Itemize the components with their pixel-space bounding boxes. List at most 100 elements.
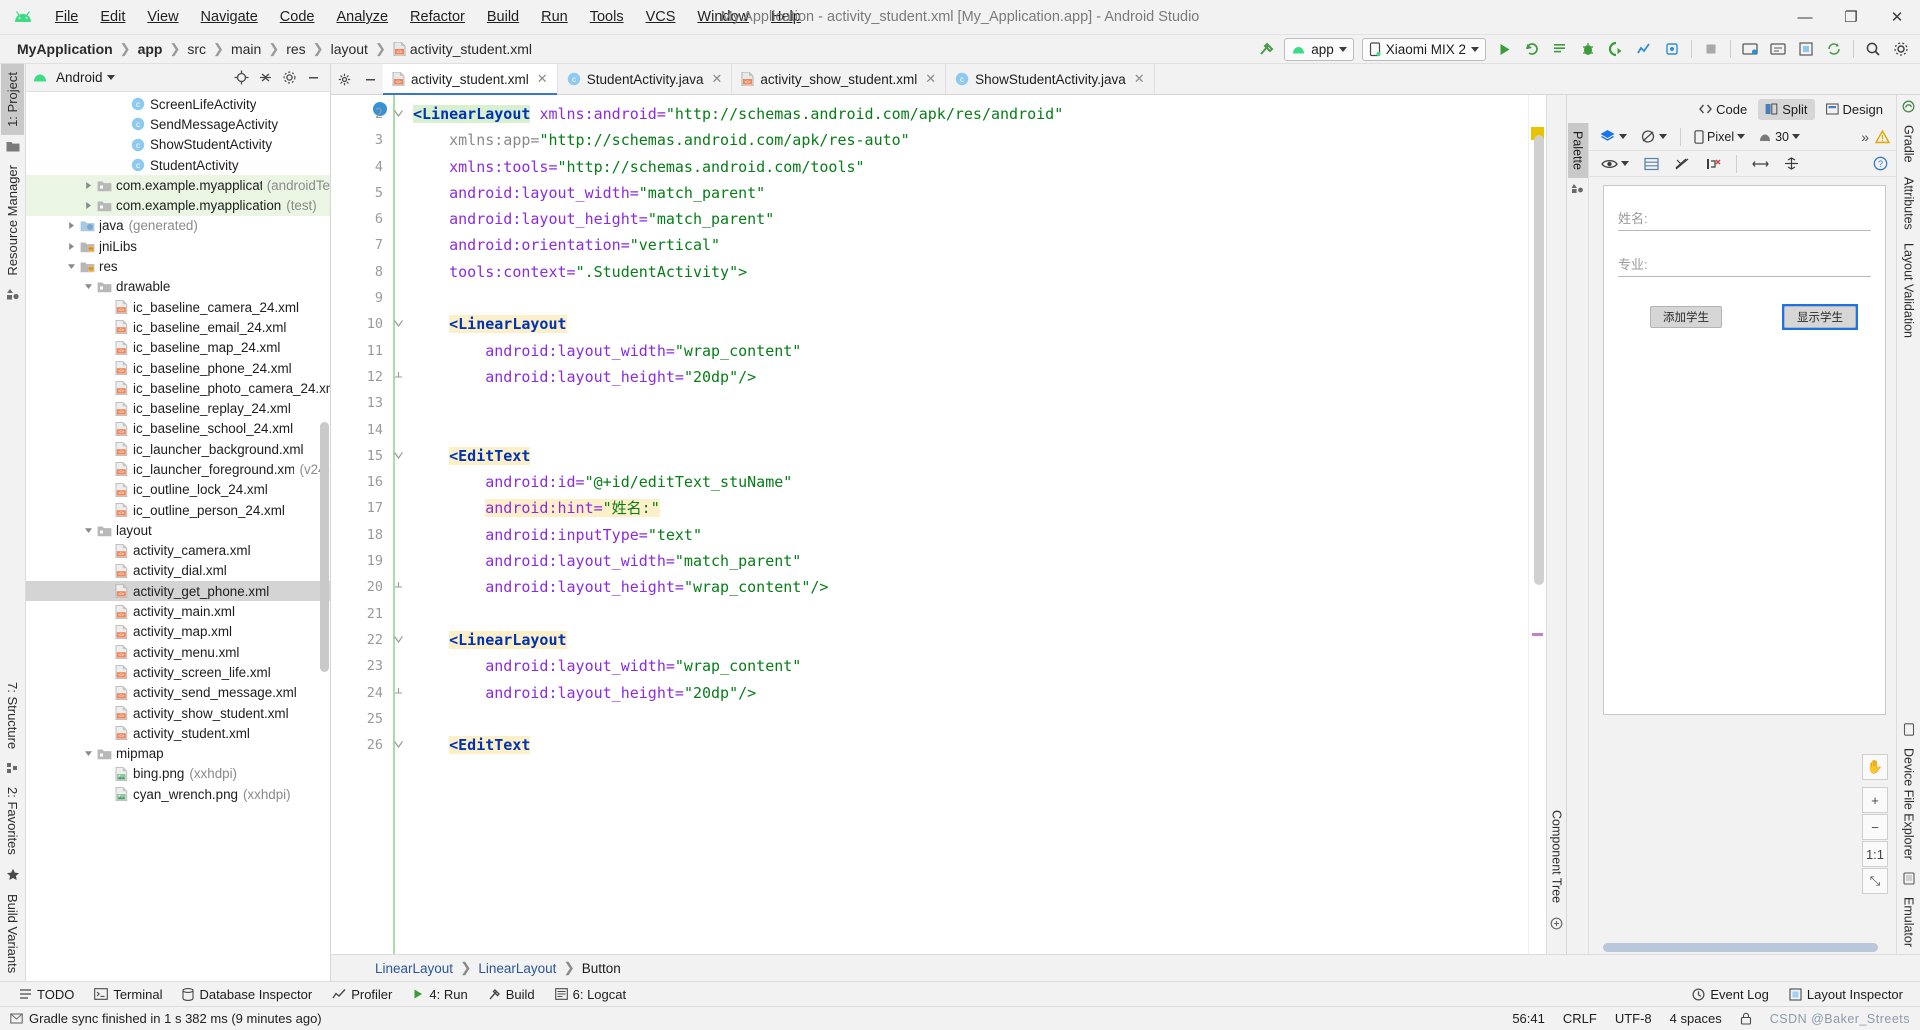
- preview-field-major[interactable]: 专业:: [1618, 254, 1871, 277]
- tree-item-com-example-myapplication[interactable]: com.example.myapplication(androidTe: [26, 175, 330, 196]
- code-line[interactable]: tools:context=".StudentActivity">: [395, 259, 1528, 285]
- tree-item-ic-baseline-map-24-xml[interactable]: <> ic_baseline_map_24.xml: [26, 338, 330, 358]
- tree-item-activity-dial-xml[interactable]: <> activity_dial.xml: [26, 561, 330, 581]
- tree-item-drawable[interactable]: drawable: [26, 277, 330, 297]
- menu-item-analyze[interactable]: Analyze: [325, 5, 399, 29]
- settings-gear-icon[interactable]: [1888, 37, 1914, 62]
- close-button[interactable]: ✕: [1874, 0, 1920, 35]
- hide-panel-icon[interactable]: [302, 67, 324, 89]
- fold-end-icon[interactable]: [393, 687, 404, 698]
- chevron-down-icon[interactable]: [81, 749, 95, 758]
- menu-item-tools[interactable]: Tools: [579, 5, 635, 29]
- line-number[interactable]: 22: [331, 627, 393, 653]
- settings-gear-icon[interactable]: [278, 67, 300, 89]
- code-line[interactable]: [395, 706, 1528, 732]
- menu-item-window[interactable]: Window: [686, 5, 760, 29]
- fold-toggle-icon[interactable]: [393, 318, 404, 329]
- rail-tab-build-variants[interactable]: Build Variants: [1, 886, 24, 981]
- palette-tab[interactable]: Palette: [1567, 123, 1588, 178]
- palette-icon[interactable]: [1571, 178, 1584, 198]
- bottom-tab-terminal[interactable]: Terminal: [85, 985, 171, 1004]
- minimize-button[interactable]: —: [1782, 0, 1828, 35]
- tree-item-activity-map-xml[interactable]: <> activity_map.xml: [26, 622, 330, 642]
- fold-end-icon[interactable]: [393, 581, 404, 592]
- menu-item-view[interactable]: View: [136, 5, 189, 29]
- line-number[interactable]: 17: [331, 495, 393, 521]
- menu-item-file[interactable]: File: [44, 5, 89, 29]
- code-line[interactable]: android:layout_width="match_parent": [395, 548, 1528, 574]
- line-number-gutter[interactable]: 2 3 4 5 6 7 8 9 10 11 12 13 14 15 16 17 18 19 20 21 22 23 24 25…: [331, 95, 393, 954]
- tree-item-ic-baseline-replay-24-xml[interactable]: <> ic_baseline_replay_24.xml: [26, 398, 330, 418]
- tree-item-activity-show-student-xml[interactable]: <> activity_show_student.xml: [26, 703, 330, 723]
- editor-marker-bar[interactable]: [1528, 95, 1546, 954]
- line-number[interactable]: 20: [331, 574, 393, 600]
- tree-item-activity-send-message-xml[interactable]: <> activity_send_message.xml: [26, 683, 330, 703]
- sdk-manager-icon[interactable]: [1765, 37, 1791, 62]
- editor-tab-activity-show-student-xml[interactable]: <> activity_show_student.xml ✕: [732, 64, 947, 94]
- menu-item-code[interactable]: Code: [269, 5, 326, 29]
- code-line[interactable]: <EditText: [395, 443, 1528, 469]
- rail-tab-favorites[interactable]: 2: Favorites: [1, 779, 24, 863]
- code-line[interactable]: <LinearLayout xmlns:android="http://sche…: [395, 101, 1528, 127]
- design-canvas-hscrollbar[interactable]: [1603, 943, 1878, 952]
- fold-toggle-icon[interactable]: [393, 634, 404, 645]
- orientation-icon[interactable]: [1636, 127, 1671, 146]
- line-number[interactable]: 15: [331, 443, 393, 469]
- tree-item-activity-main-xml[interactable]: <> activity_main.xml: [26, 601, 330, 621]
- breadcrumb-item-project[interactable]: MyApplication: [12, 40, 118, 58]
- bottom-tab-layout-inspector[interactable]: Layout Inspector: [1780, 985, 1912, 1004]
- tree-item-screenlifeactivity[interactable]: c ScreenLifeActivity: [26, 94, 330, 114]
- fold-end-icon[interactable]: [393, 371, 404, 382]
- tree-item-com-example-myapplication[interactable]: com.example.myapplication (test): [26, 195, 330, 216]
- line-separator[interactable]: CRLF: [1563, 1011, 1597, 1026]
- device-preview-frame[interactable]: 姓名: 专业: 添加学生 显示学生: [1603, 185, 1886, 715]
- rail-tab-device-file-explorer[interactable]: Device File Explorer: [1899, 741, 1919, 867]
- preview-button-show-student[interactable]: 显示学生: [1782, 304, 1858, 330]
- menu-item-navigate[interactable]: Navigate: [190, 5, 269, 29]
- menu-item-edit[interactable]: Edit: [89, 5, 136, 29]
- preview-field-name[interactable]: 姓名:: [1618, 208, 1871, 231]
- breadcrumb-item-res[interactable]: res: [281, 40, 310, 58]
- lock-icon[interactable]: [1740, 1012, 1752, 1025]
- line-number[interactable]: 12: [331, 364, 393, 390]
- tree-item-ic-baseline-email-24-xml[interactable]: <> ic_baseline_email_24.xml: [26, 317, 330, 337]
- line-number[interactable]: 24: [331, 680, 393, 706]
- code-line[interactable]: android:layout_width="wrap_content": [395, 653, 1528, 679]
- zoom-fit-button[interactable]: ⤡: [1862, 868, 1888, 894]
- collapse-all-icon[interactable]: [254, 67, 276, 89]
- line-number[interactable]: 2: [331, 101, 393, 127]
- vertical-align-icon[interactable]: [1780, 155, 1803, 172]
- line-number[interactable]: 3: [331, 127, 393, 153]
- menu-item-build[interactable]: Build: [476, 5, 530, 29]
- tree-item-activity-get-phone-xml[interactable]: <> activity_get_phone.xml: [26, 581, 330, 602]
- tree-item-ic-launcher-background-xml[interactable]: <> ic_launcher_background.xml: [26, 439, 330, 459]
- bottom-tab-logcat[interactable]: 6: Logcat: [546, 985, 636, 1004]
- code-line[interactable]: [395, 390, 1528, 416]
- bottom-tab-event-log[interactable]: Event Log: [1683, 985, 1778, 1004]
- tree-item-ic-baseline-photo-camera-24-xml[interactable]: <> ic_baseline_photo_camera_24.xml: [26, 378, 330, 398]
- tree-item-layout[interactable]: layout: [26, 520, 330, 540]
- chevron-right-icon[interactable]: [64, 221, 78, 230]
- attach-debugger-icon[interactable]: [1659, 37, 1685, 62]
- menu-item-refactor[interactable]: Refactor: [399, 5, 476, 29]
- minimize-tabs-icon[interactable]: [357, 64, 383, 94]
- tree-item-jnilibs[interactable]: jniLibs: [26, 236, 330, 256]
- star-icon[interactable]: [0, 863, 25, 886]
- structure-icon[interactable]: [0, 757, 25, 779]
- line-number[interactable]: 11: [331, 338, 393, 364]
- bottom-tab-build[interactable]: Build: [479, 985, 544, 1004]
- chevron-down-icon[interactable]: [81, 526, 95, 535]
- menu-item-help[interactable]: Help: [760, 5, 812, 29]
- editor-tab-showstudentactivity-java[interactable]: c ShowStudentActivity.java ✕: [946, 64, 1155, 94]
- editor-tab-studentactivity-java[interactable]: c StudentActivity.java ✕: [557, 64, 733, 94]
- line-number[interactable]: 18: [331, 522, 393, 548]
- close-tab-icon[interactable]: ✕: [1134, 71, 1145, 87]
- chevron-right-icon[interactable]: [64, 242, 78, 251]
- design-canvas[interactable]: 姓名: 专业: 添加学生 显示学生 ✋ + − 1:1 ⤡: [1589, 177, 1896, 954]
- component-breadcrumb-item-0[interactable]: LinearLayout: [371, 961, 457, 976]
- zoom-in-button[interactable]: +: [1862, 787, 1888, 813]
- gradle-icon[interactable]: [1902, 95, 1915, 118]
- apply-code-changes-icon[interactable]: [1547, 37, 1573, 62]
- code-line[interactable]: <EditText: [395, 732, 1528, 758]
- mode-button-design[interactable]: Design: [1819, 99, 1890, 120]
